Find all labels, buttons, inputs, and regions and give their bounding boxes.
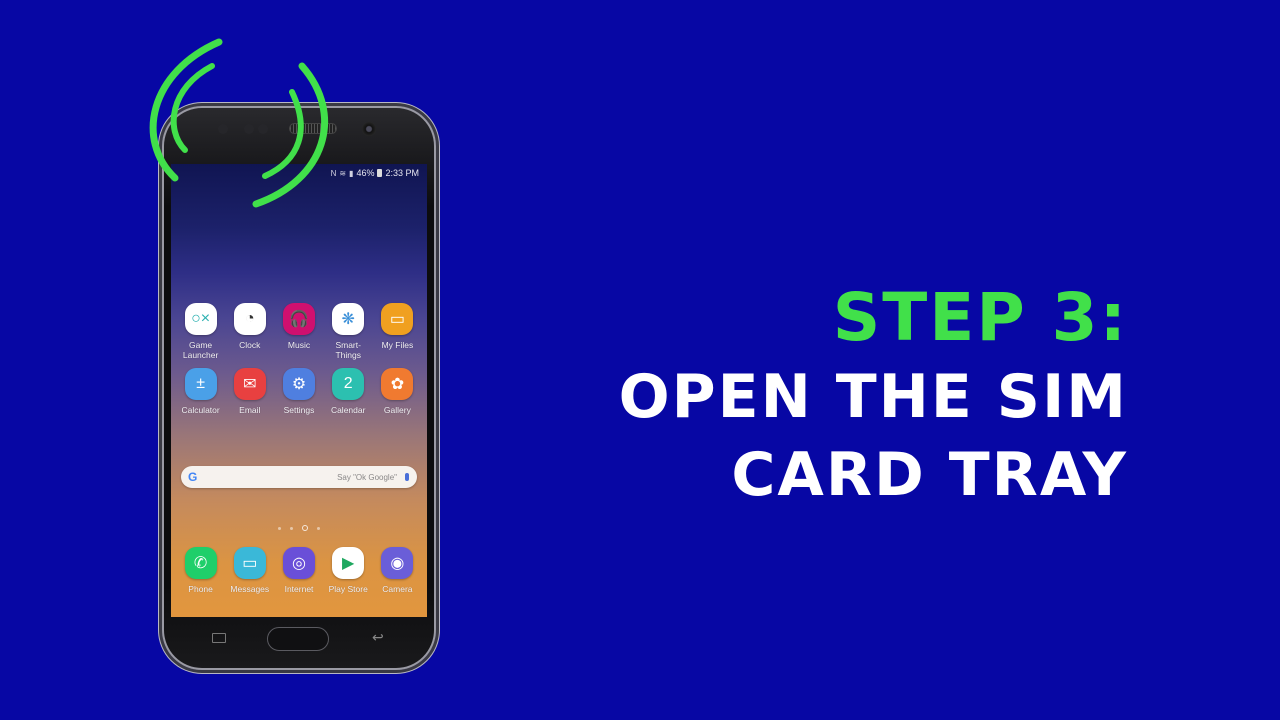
front-camera [362, 122, 376, 136]
page-dot[interactable] [317, 526, 320, 530]
instruction-line-2: CARD TRAY [731, 440, 1128, 510]
camera-icon: ◉ [381, 547, 414, 579]
page-indicator [171, 525, 427, 531]
gear-icon: ⚙ [282, 368, 315, 400]
app-calculator[interactable]: ± Calculator [176, 368, 225, 425]
app-email[interactable]: ✉ Email [225, 368, 274, 425]
proximity-sensor [218, 124, 228, 134]
play-store-icon: ▶ [332, 547, 365, 579]
page-dot[interactable] [290, 526, 293, 530]
step-number: STEP 3: [832, 279, 1128, 356]
power-button [436, 296, 440, 332]
app-label: Camera [382, 584, 413, 594]
home-button[interactable] [267, 627, 329, 651]
envelope-icon: ✉ [233, 368, 266, 400]
app-label: Phone [188, 584, 213, 594]
app-label: Gallery [383, 405, 411, 415]
status-bar: N ≋ ▮ 46% 2:33 PM [331, 168, 419, 178]
iris-sensor [258, 124, 268, 134]
google-search-bar[interactable]: G Say "Ok Google" [181, 466, 417, 488]
app-settings[interactable]: ⚙ Settings [274, 368, 323, 425]
headphones-icon: 🎧 [282, 303, 315, 335]
app-phone[interactable]: ✆ Phone [176, 547, 225, 604]
app-label: Game Launcher [182, 340, 219, 360]
app-label: Internet [284, 584, 314, 594]
iris-sensor [244, 124, 254, 134]
app-game-launcher[interactable]: ○× Game Launcher [176, 303, 225, 360]
app-clock[interactable]: ◔ Clock [225, 303, 274, 360]
app-play-store[interactable]: ▶ Play Store [324, 547, 373, 604]
app-label: Smart- Things [335, 340, 361, 360]
battery-icon [377, 169, 383, 177]
page-dot-active[interactable] [302, 525, 308, 531]
hardware-navbar: ↩ [162, 624, 436, 654]
app-calendar[interactable]: 2 Calendar [324, 368, 373, 425]
app-label: Play Store [328, 584, 368, 594]
planet-icon: ◎ [282, 547, 315, 579]
microphone-icon[interactable] [405, 473, 409, 481]
game-launcher-icon: ○× [184, 303, 217, 335]
calendar-icon: 2 [332, 368, 365, 400]
app-grid: ○× Game Launcher ◔ Clock 🎧 Music ❋ Smart- Thing… [176, 303, 422, 425]
instruction-line-1: OPEN THE SIM [618, 362, 1128, 432]
nfc-icon: N [330, 168, 337, 178]
app-label: Calendar [330, 405, 366, 415]
headline: STEP 3: OPEN THE SIM CARD TRAY [619, 278, 1128, 514]
phone-icon: ✆ [184, 547, 217, 579]
back-icon[interactable]: ↩ [372, 629, 384, 646]
app-label: Clock [239, 340, 261, 350]
message-icon: ▭ [233, 547, 266, 579]
app-label: Settings [283, 405, 315, 415]
clock-icon: ◔ [233, 303, 266, 335]
app-camera[interactable]: ◉ Camera [373, 547, 422, 604]
phone-illustration: N ≋ ▮ 46% 2:33 PM ○× Game Launcher ◔ Clock 🎧… [162, 106, 436, 670]
page-dot[interactable] [278, 526, 281, 530]
earpiece-speaker [290, 124, 336, 133]
app-internet[interactable]: ◎ Internet [274, 547, 323, 604]
app-my-files[interactable]: ▭ My Files [373, 303, 422, 360]
app-messages[interactable]: ▭ Messages [225, 547, 274, 604]
battery-percent: 46% [356, 168, 375, 178]
app-smart-things[interactable]: ❋ Smart- Things [324, 303, 373, 360]
app-label: Music [287, 340, 311, 350]
flower-icon: ✿ [381, 368, 414, 400]
signal-icon: ▮ [349, 168, 354, 178]
app-label: My Files [381, 340, 414, 350]
wifi-icon: ≋ [339, 168, 347, 178]
phone-screen: N ≋ ▮ 46% 2:33 PM ○× Game Launcher ◔ Clock 🎧… [171, 164, 427, 617]
calculator-icon: ± [184, 368, 217, 400]
app-label: Calculator [181, 405, 220, 415]
app-label: Messages [230, 584, 270, 594]
dock: ✆ Phone ▭ Messages ◎ Internet ▶ Play Store ◉ Came… [176, 547, 422, 604]
recent-apps-icon[interactable] [212, 633, 226, 643]
google-logo: G [188, 470, 198, 484]
search-hint: Say "Ok Google" [337, 472, 397, 482]
clock-time: 2:33 PM [385, 168, 419, 178]
app-music[interactable]: 🎧 Music [274, 303, 323, 360]
folder-icon: ▭ [381, 303, 414, 335]
app-label: Email [239, 405, 261, 415]
app-gallery[interactable]: ✿ Gallery [373, 368, 422, 425]
smartthings-icon: ❋ [332, 303, 365, 335]
